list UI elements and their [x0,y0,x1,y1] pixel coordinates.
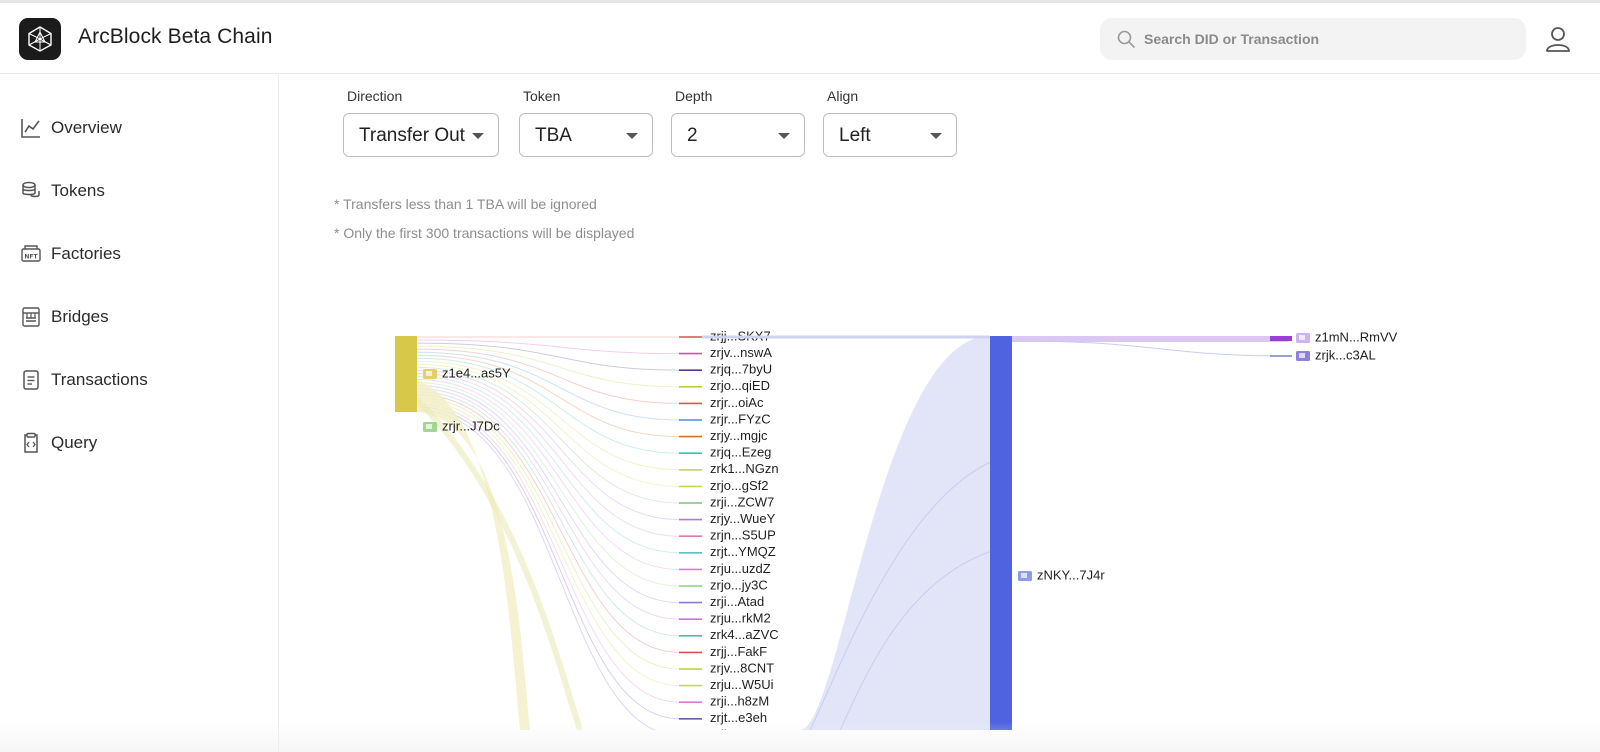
arcblock-logo-icon[interactable] [19,18,61,60]
target-node-bar[interactable] [1270,336,1292,341]
hub-node-label[interactable]: zNKY...7J4r [1037,567,1105,582]
user-account-icon[interactable] [1544,25,1572,53]
caret-down-icon [626,133,638,139]
flow-link [416,409,657,730]
source-node-icon-inner [426,371,432,376]
source-node-icon-inner [426,424,432,429]
intermediate-node-label[interactable]: zrju...uzdZ [710,561,771,576]
token-value: TBA [535,125,572,146]
bridge-icon [19,305,43,329]
sidebar-item-factories[interactable]: NFT Factories [19,237,121,271]
sidebar-item-bridges[interactable]: Bridges [19,300,109,334]
intermediate-node-label[interactable]: zrjq...7byU [710,362,772,377]
intermediate-node-label[interactable]: zrjr...oiAc [710,395,764,410]
intermediate-node-label[interactable]: zrjk...m6mV [710,727,779,730]
target-node-icon-inner [1299,335,1305,340]
target-node-bar[interactable] [1270,355,1292,357]
intermediate-node-label[interactable]: zrjr...FYzC [710,411,771,426]
token-select[interactable]: TBA [519,113,653,157]
caret-down-icon [472,133,484,139]
intermediate-node-label[interactable]: zrji...Atad [710,594,764,609]
caret-down-icon [778,133,790,139]
intermediate-node-label[interactable]: zrk1...NGzn [710,461,779,476]
direction-label: Direction [347,88,403,104]
intermediate-node-label[interactable]: zrjv...nswA [710,345,772,360]
transfer-sankey-graph: z1e4...as5Yzrjr...J7Dczrjj...SKX7zrjv...… [395,328,1398,730]
token-label: Token [523,88,561,104]
source-outflow-band [414,397,583,730]
intermediate-node-label[interactable]: zrjt...YMQZ [710,544,776,559]
token-filter: Token TBA [519,88,653,157]
sidebar-item-label: Transactions [51,370,148,389]
align-label: Align [827,88,859,104]
sidebar-item-label: Query [51,433,98,452]
source-node-label[interactable]: zrjr...J7Dc [442,418,500,433]
sidebar-item-label: Factories [51,244,121,263]
app-header: ArcBlock Beta Chain [0,3,1600,74]
intermediate-node-label[interactable]: zrk4...aZVC [710,627,779,642]
svg-text:NFT: NFT [24,254,38,261]
depth-select[interactable]: 2 [671,113,805,157]
caret-down-icon [930,133,942,139]
hub-inflow-band [800,336,990,730]
hub-node-bar[interactable] [990,336,1012,730]
sidebar-item-tokens[interactable]: Tokens [19,174,105,208]
document-icon [19,368,43,392]
sidebar-item-label: Tokens [51,181,105,200]
intermediate-node-label[interactable]: zrjo...gSf2 [710,478,769,493]
clipboard-code-icon [19,431,43,455]
intermediate-node-label[interactable]: zrji...ZCW7 [710,494,774,509]
flow-link [1011,340,1289,357]
search-box[interactable] [1100,18,1526,60]
target-node-label[interactable]: z1mN...RmVV [1315,329,1398,344]
intermediate-node-label[interactable]: zrjt...e3eh [710,710,767,725]
app-title[interactable]: ArcBlock Beta Chain [78,25,273,49]
source-node-label[interactable]: z1e4...as5Y [442,365,511,380]
hub-node-icon-inner [1021,573,1027,578]
intermediate-node-label[interactable]: zrju...W5Ui [710,677,774,692]
depth-value: 2 [687,125,698,146]
intermediate-node-label[interactable]: zrjq...Ezeg [710,445,771,460]
target-node-icon-inner [1299,353,1305,358]
align-select[interactable]: Left [823,113,957,157]
search-icon [1116,29,1136,54]
align-value: Left [839,125,871,146]
nft-icon: NFT [19,242,43,266]
intermediate-node-label[interactable]: zrjy...mgjc [710,428,768,443]
intermediate-node-label[interactable]: zrjo...jy3C [710,577,768,592]
depth-label: Depth [675,88,713,104]
depth-filter: Depth 2 [671,88,805,157]
flow-link [416,351,681,421]
direction-select[interactable]: Transfer Out [343,113,499,157]
intermediate-node-label[interactable]: zrjv...8CNT [710,660,774,675]
intermediate-node-label[interactable]: zrjj...FakF [710,644,767,659]
target-node-label[interactable]: zrjk...c3AL [1315,347,1376,362]
direction-value: Transfer Out [359,125,465,146]
sidebar-item-query[interactable]: Query [19,426,97,460]
sidebar-item-label: Overview [51,118,122,137]
direction-filter: Direction Transfer Out [343,88,499,157]
intermediate-node-label[interactable]: zrjy...WueY [710,511,776,526]
intermediate-node-label[interactable]: zrju...rkM2 [710,611,771,626]
coins-icon [19,179,43,203]
chart-line-icon [19,116,43,140]
search-input[interactable] [1144,18,1514,60]
align-filter: Align Left [823,88,957,157]
intermediate-node-label[interactable]: zrjo...qiED [710,378,770,393]
source-node-bar[interactable] [395,336,417,412]
note-max-transactions: * Only the first 300 transactions will b… [334,225,635,241]
flow-link [416,372,681,537]
intermediate-node-label[interactable]: zrjn...S5UP [710,528,776,543]
sidebar-item-label: Bridges [51,307,109,326]
sidebar: Overview Tokens NFT Factories Bridges Tr… [0,75,279,752]
sidebar-item-transactions[interactable]: Transactions [19,363,148,397]
intermediate-node-label[interactable]: zrji...h8zM [710,694,769,709]
sidebar-item-overview[interactable]: Overview [19,111,122,145]
note-min-transfer: * Transfers less than 1 TBA will be igno… [334,196,597,212]
